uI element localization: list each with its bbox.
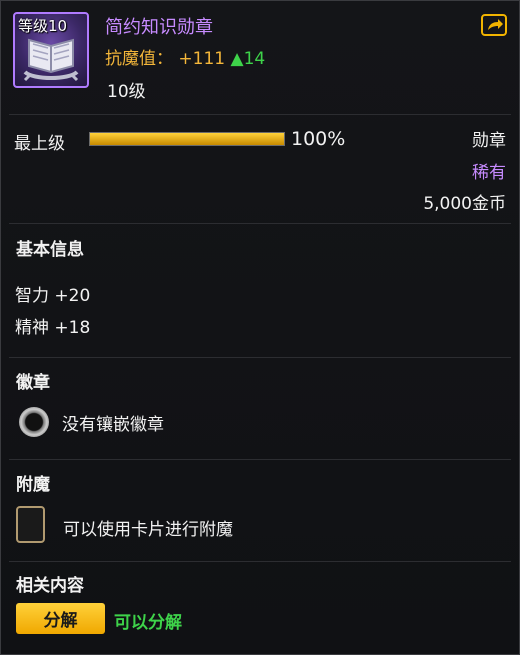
item-type: 勋章 — [472, 131, 506, 151]
item-level-text: 10级 — [107, 82, 146, 102]
upgrade-progress-percent: 100% — [291, 128, 346, 150]
resistance-value: +111 — [178, 49, 226, 69]
upgrade-progress-bar — [89, 132, 285, 146]
item-rarity: 稀有 — [472, 163, 506, 183]
item-name: 简约知识勋章 — [105, 17, 213, 38]
section-emblem: 徽章 — [16, 373, 50, 393]
divider — [9, 114, 511, 115]
emblem-slot-text: 没有镶嵌徽章 — [62, 415, 164, 435]
hexagon-socket-icon[interactable] — [19, 407, 49, 437]
divider — [9, 561, 511, 562]
stat-spirit: 精神 +18 — [15, 318, 91, 338]
divider — [9, 223, 511, 224]
item-tooltip: 等级10 简约知识勋章 抗魔值： +111 ▲14 10级 最上级 100% 勋… — [0, 0, 520, 655]
disassemble-status: 可以分解 — [114, 613, 182, 633]
upgrade-level-label: 最上级 — [14, 134, 65, 154]
share-icon[interactable] — [481, 14, 507, 36]
resistance-increase: ▲14 — [230, 49, 266, 69]
upgrade-progress-fill — [90, 133, 284, 145]
divider — [9, 357, 511, 358]
disassemble-button[interactable]: 分解 — [16, 603, 105, 634]
item-price: 5,000金币 — [423, 194, 506, 214]
resistance-stat: 抗魔值： +111 ▲14 — [105, 44, 265, 69]
section-enchant: 附魔 — [16, 475, 50, 495]
enchant-slot-text: 可以使用卡片进行附魔 — [63, 520, 233, 540]
card-slot-icon[interactable] — [16, 506, 45, 543]
divider — [9, 459, 511, 460]
stat-intelligence: 智力 +20 — [15, 286, 91, 306]
section-related: 相关内容 — [16, 576, 84, 596]
item-level-badge: 等级10 — [18, 17, 68, 35]
section-basic-info: 基本信息 — [16, 240, 84, 260]
item-book-medal-icon: 等级10 — [13, 12, 89, 88]
resistance-label: 抗魔值： — [105, 49, 173, 69]
